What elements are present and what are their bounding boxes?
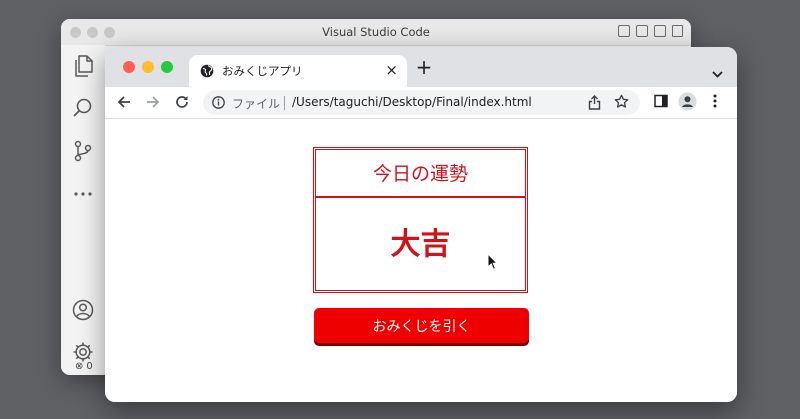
tab-search-chevron-icon[interactable] [712, 63, 723, 82]
address-scheme-label: ファイル [232, 97, 281, 111]
files-icon[interactable] [70, 53, 96, 79]
tab-title: おみくじアプリ [222, 64, 303, 78]
customize-layout-icon[interactable] [672, 25, 683, 37]
window-minimize-button[interactable] [142, 61, 154, 73]
tab-strip: おみくじアプリ × + [105, 47, 737, 87]
draw-omikuji-button[interactable]: おみくじを引く [314, 308, 529, 343]
fortune-box: 今日の運勢 大吉 [313, 147, 528, 293]
toggle-secondary-sidebar-icon[interactable] [654, 25, 666, 37]
back-arrow-icon [117, 96, 130, 108]
info-icon[interactable] [212, 96, 225, 109]
fortune-heading: 今日の運勢 [316, 150, 525, 198]
browser-window: おみくじアプリ × + ファイル /Users/taguchi/Desktop/… [105, 47, 737, 402]
more-icon[interactable] [70, 181, 96, 207]
tab-close-button[interactable]: × [385, 61, 398, 79]
error-count: 0 [86, 360, 93, 372]
forward-button[interactable] [144, 93, 162, 111]
address-divider [284, 96, 285, 110]
browser-menu-icon[interactable] [713, 94, 717, 108]
share-icon[interactable] [588, 95, 601, 110]
new-tab-button[interactable]: + [413, 56, 435, 78]
browser-toolbar: ファイル /Users/taguchi/Desktop/Final/index.… [105, 87, 737, 119]
activity-bar [61, 45, 105, 375]
vscode-title: Visual Studio Code [322, 25, 430, 39]
account-icon[interactable] [70, 297, 96, 323]
source-control-icon[interactable] [70, 138, 96, 164]
search-icon[interactable] [70, 95, 96, 121]
vscode-titlebar: Visual Studio Code [61, 19, 691, 46]
page-content: 今日の運勢 大吉 おみくじを引く [105, 119, 737, 402]
globe-icon [200, 64, 214, 78]
reload-icon [176, 96, 188, 108]
side-panel-icon[interactable] [654, 94, 668, 108]
address-url[interactable]: /Users/taguchi/Desktop/Final/index.html [292, 95, 532, 109]
profile-avatar-icon[interactable] [678, 92, 697, 111]
forward-arrow-icon [147, 96, 160, 108]
fortune-result: 大吉 [390, 227, 451, 262]
window-close-button[interactable] [123, 61, 135, 73]
tab-omikuji[interactable]: おみくじアプリ × [189, 55, 407, 87]
status-bar-problems[interactable]: ⊗ 0 [61, 357, 105, 375]
mouse-pointer-icon [487, 253, 499, 270]
reload-button[interactable] [173, 93, 191, 111]
layout-controls [618, 25, 683, 39]
address-bar[interactable]: ファイル /Users/taguchi/Desktop/Final/index.… [203, 90, 640, 115]
error-icon: ⊗ [75, 360, 84, 372]
toggle-sidebar-icon[interactable] [618, 25, 630, 37]
window-maximize-button[interactable] [161, 61, 173, 73]
back-button[interactable] [115, 93, 133, 111]
bookmark-star-icon[interactable] [614, 94, 629, 109]
toggle-panel-icon[interactable] [636, 25, 648, 37]
